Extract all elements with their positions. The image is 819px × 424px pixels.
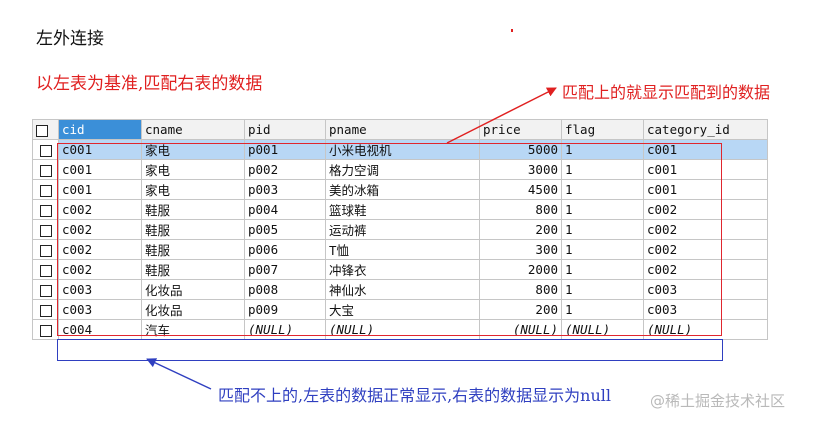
red-arrow bbox=[446, 87, 557, 144]
blue-arrow bbox=[146, 358, 212, 390]
watermark: @稀土掘金技术社区 bbox=[650, 392, 786, 410]
unmatched-note: 匹配不上的,左表的数据正常显示,右表的数据显示为null bbox=[218, 386, 612, 405]
annotation-arrows bbox=[146, 87, 557, 390]
